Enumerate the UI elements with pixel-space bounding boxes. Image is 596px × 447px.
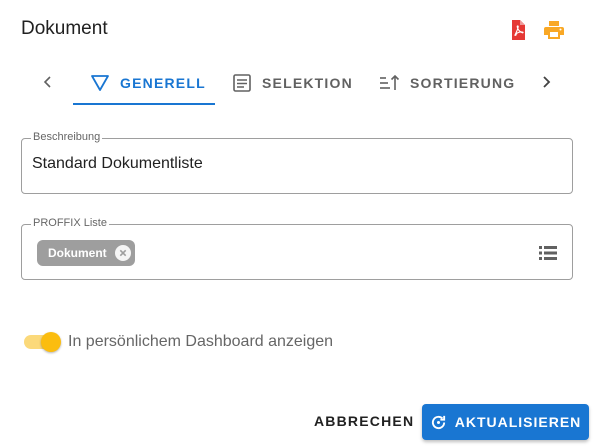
toggle-thumb (41, 332, 61, 352)
proffix-liste-field[interactable]: PROFFIX Liste Dokument (21, 217, 573, 280)
beschreibung-field[interactable]: Beschreibung Standard Dokumentliste (21, 131, 573, 194)
chevron-right-icon (543, 76, 551, 88)
beschreibung-label: Beschreibung (31, 131, 103, 143)
dashboard-toggle-label: In persönlichem Dashboard anzeigen (68, 333, 334, 350)
tab-sortierung[interactable]: SORTIERUNG (378, 62, 515, 104)
printer-icon[interactable] (542, 18, 566, 42)
dashboard-toggle[interactable] (22, 332, 62, 352)
refresh-icon (431, 415, 445, 429)
dokument-chip[interactable]: Dokument (37, 240, 135, 266)
dialog-title: Dokument (21, 18, 108, 39)
sort-icon (380, 74, 400, 90)
dokument-dialog: Dokument GENERELL SELEKTION SORTIERUNG B… (0, 0, 596, 447)
tab-bar: GENERELL SELEKTION SORTIERUNG (28, 62, 568, 106)
filter-icon (91, 75, 109, 91)
tab-selektion[interactable]: SELEKTION (232, 62, 353, 104)
cancel-button[interactable]: ABBRECHEN (306, 403, 422, 439)
update-button[interactable]: AKTUALISIEREN (422, 404, 589, 440)
dokument-chip-label: Dokument (48, 246, 107, 260)
document-list-icon (233, 74, 251, 92)
active-tab-indicator (73, 103, 215, 105)
tab-scroll-left-button[interactable] (32, 62, 64, 102)
tab-sortierung-label: SORTIERUNG (410, 75, 516, 91)
update-button-label: AKTUALISIEREN (454, 414, 582, 430)
list-icon[interactable] (539, 245, 557, 261)
tab-selektion-label: SELEKTION (262, 75, 353, 91)
chevron-left-icon (43, 76, 51, 88)
pdf-icon[interactable] (506, 18, 530, 42)
proffix-liste-label: PROFFIX Liste (31, 217, 109, 229)
tab-generell[interactable]: GENERELL (90, 62, 206, 104)
chip-remove-icon[interactable] (114, 245, 131, 261)
beschreibung-value[interactable]: Standard Dokumentliste (32, 155, 203, 173)
tab-scroll-right-button[interactable] (530, 62, 562, 102)
tab-generell-label: GENERELL (120, 75, 206, 91)
